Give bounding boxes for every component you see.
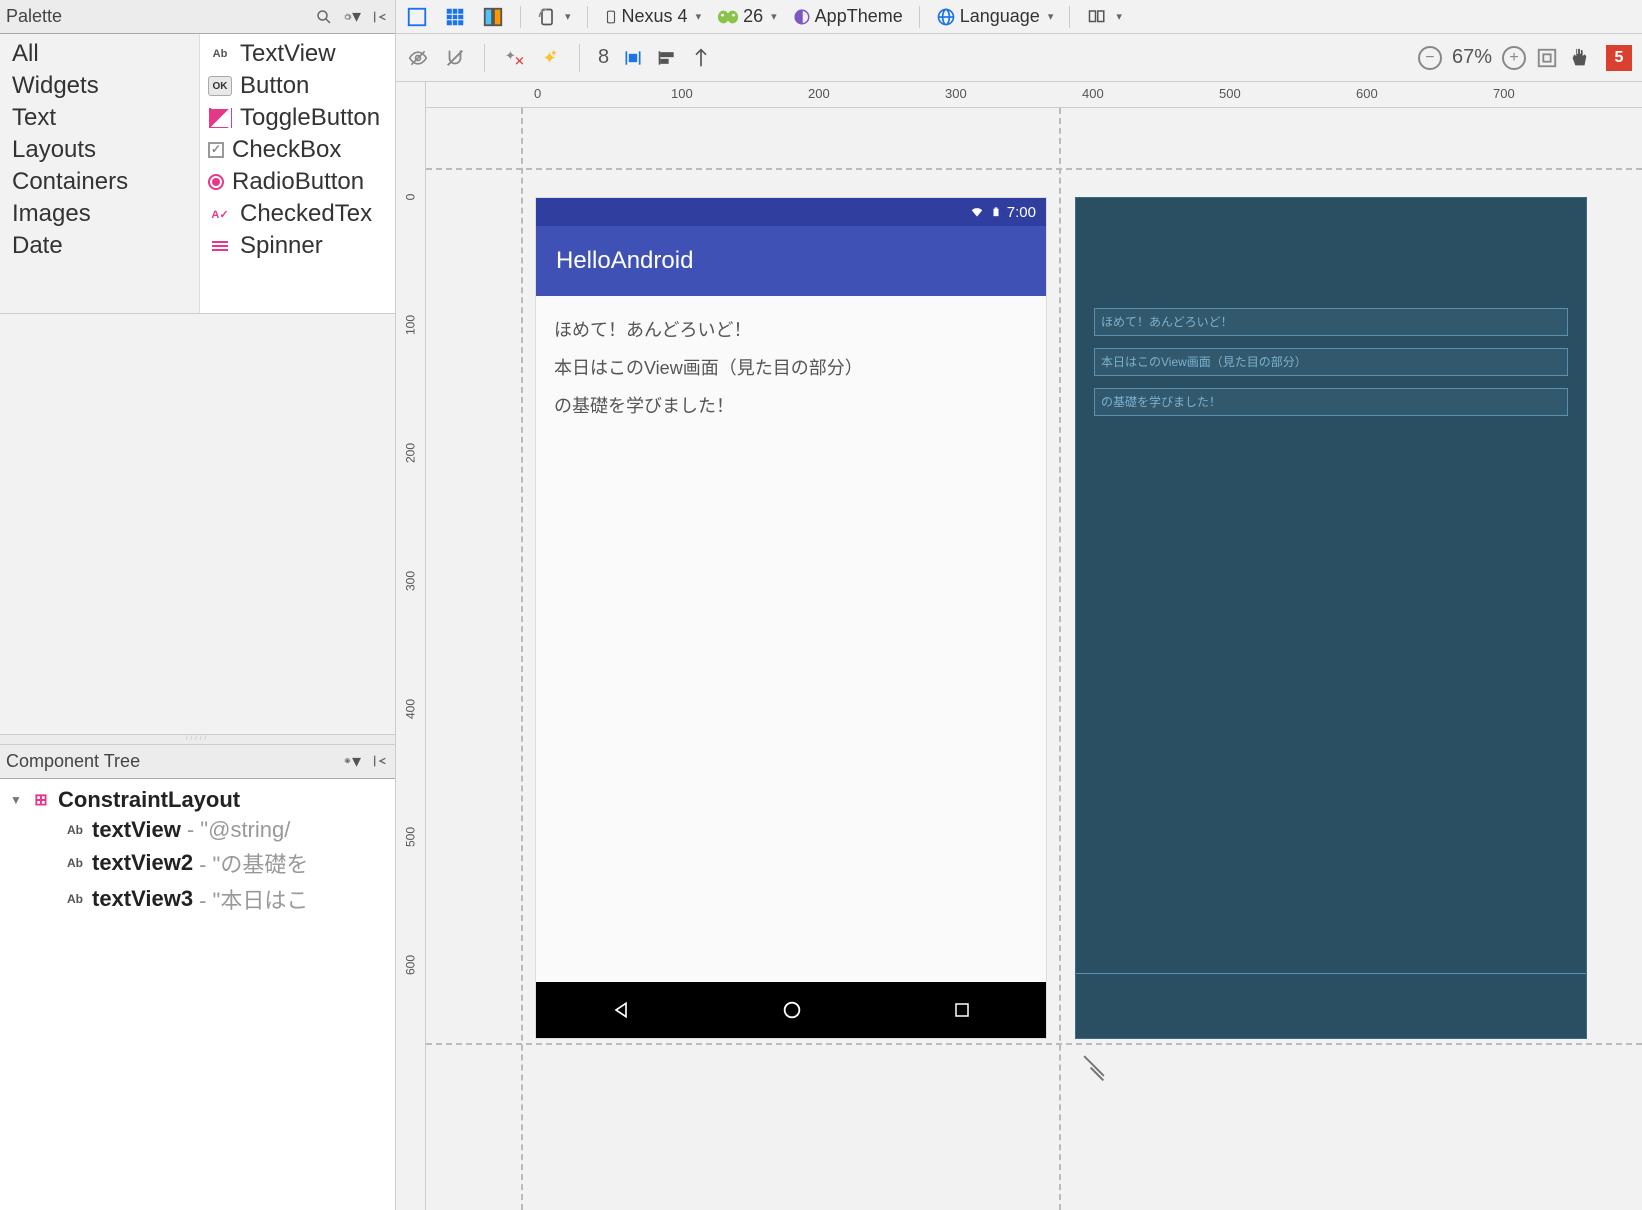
- language-dropdown[interactable]: Language: [932, 4, 1058, 29]
- zoom-fit-icon[interactable]: [1536, 47, 1558, 69]
- preview-textview2[interactable]: 本日はこのView画面（見た目の部分）: [554, 348, 1028, 386]
- app-bar: HelloAndroid: [536, 226, 1046, 296]
- wifi-icon: [969, 205, 985, 219]
- back-icon: [611, 1000, 631, 1020]
- palette-header: Palette ▾: [0, 0, 395, 34]
- recents-icon: [953, 1001, 971, 1019]
- pack-icon[interactable]: [623, 48, 643, 68]
- tree-root[interactable]: ▼ ⊞ ConstraintLayout: [4, 785, 391, 815]
- theme-dropdown[interactable]: AppTheme: [789, 4, 907, 29]
- splitter-handle[interactable]: /////: [0, 735, 395, 745]
- palette-item-checkedtext[interactable]: A✓CheckedTex: [200, 198, 395, 230]
- horizontal-ruler: 0 100 200 300 400 500 600 700: [426, 82, 1642, 108]
- design-toolbar-secondary: ✦✕ ✦✦ 8 − 67% + 5: [396, 34, 1642, 82]
- textview-icon: Ab: [64, 823, 86, 837]
- component-tree-title: Component Tree: [6, 751, 343, 772]
- palette-categories: All Widgets Text Layouts Containers Imag…: [0, 34, 200, 313]
- design-surface-icon[interactable]: [402, 4, 432, 30]
- palette-cat-all[interactable]: All: [0, 38, 199, 70]
- gear-icon[interactable]: ▾: [343, 752, 361, 770]
- toggle-icon: [208, 108, 232, 128]
- device-dropdown[interactable]: Nexus 4: [600, 4, 706, 29]
- hide-icon[interactable]: [371, 8, 389, 26]
- tree-item-textview2[interactable]: Ab textView2 - "の基礎を: [4, 845, 391, 881]
- palette-spacer: [0, 314, 395, 735]
- component-tree-header: Component Tree ▾: [0, 745, 395, 779]
- vertical-ruler: 0 100 200 300 400 500 600: [396, 82, 426, 1210]
- zoom-out-icon[interactable]: −: [1418, 46, 1442, 70]
- resize-handle[interactable]: [1076, 1053, 1116, 1093]
- blueprint-surface-icon[interactable]: [440, 4, 470, 30]
- tree-item-textview3[interactable]: Ab textView3 - "本日はこ: [4, 881, 391, 917]
- palette-cat-widgets[interactable]: Widgets: [0, 70, 199, 102]
- blueprint-textview3[interactable]: の基礎を学びました！: [1094, 388, 1568, 416]
- error-badge[interactable]: 5: [1606, 45, 1632, 71]
- variants-icon[interactable]: [1082, 6, 1126, 28]
- radio-icon: [208, 174, 224, 190]
- gear-icon[interactable]: ▾: [343, 8, 361, 26]
- palette-item-togglebutton[interactable]: ToggleButton: [200, 102, 395, 134]
- blueprint-textview2[interactable]: 本日はこのView画面（見た目の部分）: [1094, 348, 1568, 376]
- zoom-in-icon[interactable]: +: [1502, 46, 1526, 70]
- palette-item-radiobutton[interactable]: RadioButton: [200, 166, 395, 198]
- eye-icon[interactable]: [406, 48, 430, 68]
- device-content[interactable]: ほめて！あんどろいど！ 本日はこのView画面（見た目の部分） の基礎を学びまし…: [536, 296, 1046, 982]
- textview-icon: Ab: [64, 892, 86, 906]
- button-icon: OK: [208, 76, 232, 96]
- textview-icon: Ab: [208, 44, 232, 64]
- palette-cat-containers[interactable]: Containers: [0, 166, 199, 198]
- palette-cat-images[interactable]: Images: [0, 198, 199, 230]
- spinner-icon: [208, 236, 232, 256]
- blueprint-preview[interactable]: ほめて！あんどろいど！ 本日はこのView画面（見た目の部分） の基礎を学びまし…: [1076, 198, 1586, 1038]
- guidelines-icon[interactable]: [691, 48, 711, 68]
- split-surface-icon[interactable]: [478, 4, 508, 30]
- palette-item-textview[interactable]: AbTextView: [200, 38, 395, 70]
- palette-cat-layouts[interactable]: Layouts: [0, 134, 199, 166]
- status-bar: 7:00: [536, 198, 1046, 226]
- checkbox-icon: [208, 142, 224, 158]
- default-margin[interactable]: 8: [598, 46, 609, 69]
- pan-icon[interactable]: [1568, 47, 1590, 69]
- constraintlayout-icon: ⊞: [30, 790, 52, 810]
- nav-bar: [536, 982, 1046, 1038]
- align-icon[interactable]: [657, 48, 677, 68]
- palette-items: AbTextView OKButton ToggleButton CheckBo…: [200, 34, 395, 313]
- search-icon[interactable]: [315, 8, 333, 26]
- svg-text:✕: ✕: [514, 53, 525, 68]
- zoom-percent: 67%: [1452, 46, 1492, 69]
- palette-item-button[interactable]: OKButton: [200, 70, 395, 102]
- checkedtext-icon: A✓: [208, 204, 232, 224]
- clear-constraints-icon[interactable]: ✦✕: [503, 47, 525, 69]
- palette-cat-text[interactable]: Text: [0, 102, 199, 134]
- magnet-icon[interactable]: [444, 47, 466, 69]
- blueprint-textview1[interactable]: ほめて！あんどろいど！: [1094, 308, 1568, 336]
- palette-cat-date[interactable]: Date: [0, 230, 199, 262]
- textview-icon: Ab: [64, 856, 86, 870]
- preview-textview3[interactable]: の基礎を学びました！: [554, 386, 1028, 424]
- app-title: HelloAndroid: [556, 247, 693, 275]
- tree-item-textview[interactable]: Ab textView - "@string/: [4, 815, 391, 845]
- design-toolbar: Nexus 4 26 AppTheme Language: [396, 0, 1642, 34]
- palette-title: Palette: [6, 6, 315, 27]
- home-icon: [781, 999, 803, 1021]
- hide-icon[interactable]: [371, 752, 389, 770]
- status-time: 7:00: [1007, 204, 1036, 221]
- device-preview[interactable]: 7:00 HelloAndroid ほめて！あんどろいど！ 本日はこのView画…: [536, 198, 1046, 1038]
- orientation-dropdown[interactable]: [533, 5, 575, 29]
- design-canvas[interactable]: 7:00 HelloAndroid ほめて！あんどろいど！ 本日はこのView画…: [426, 108, 1642, 1210]
- component-tree: ▼ ⊞ ConstraintLayout Ab textView - "@str…: [0, 779, 395, 1210]
- preview-textview1[interactable]: ほめて！あんどろいど！: [554, 310, 1028, 348]
- palette-item-spinner[interactable]: Spinner: [200, 230, 395, 262]
- expand-icon[interactable]: ▼: [10, 793, 24, 807]
- api-dropdown[interactable]: 26: [713, 4, 781, 29]
- svg-text:✦: ✦: [550, 48, 558, 58]
- infer-constraints-icon[interactable]: ✦✦: [539, 47, 561, 69]
- palette-item-checkbox[interactable]: CheckBox: [200, 134, 395, 166]
- battery-icon: [991, 205, 1001, 219]
